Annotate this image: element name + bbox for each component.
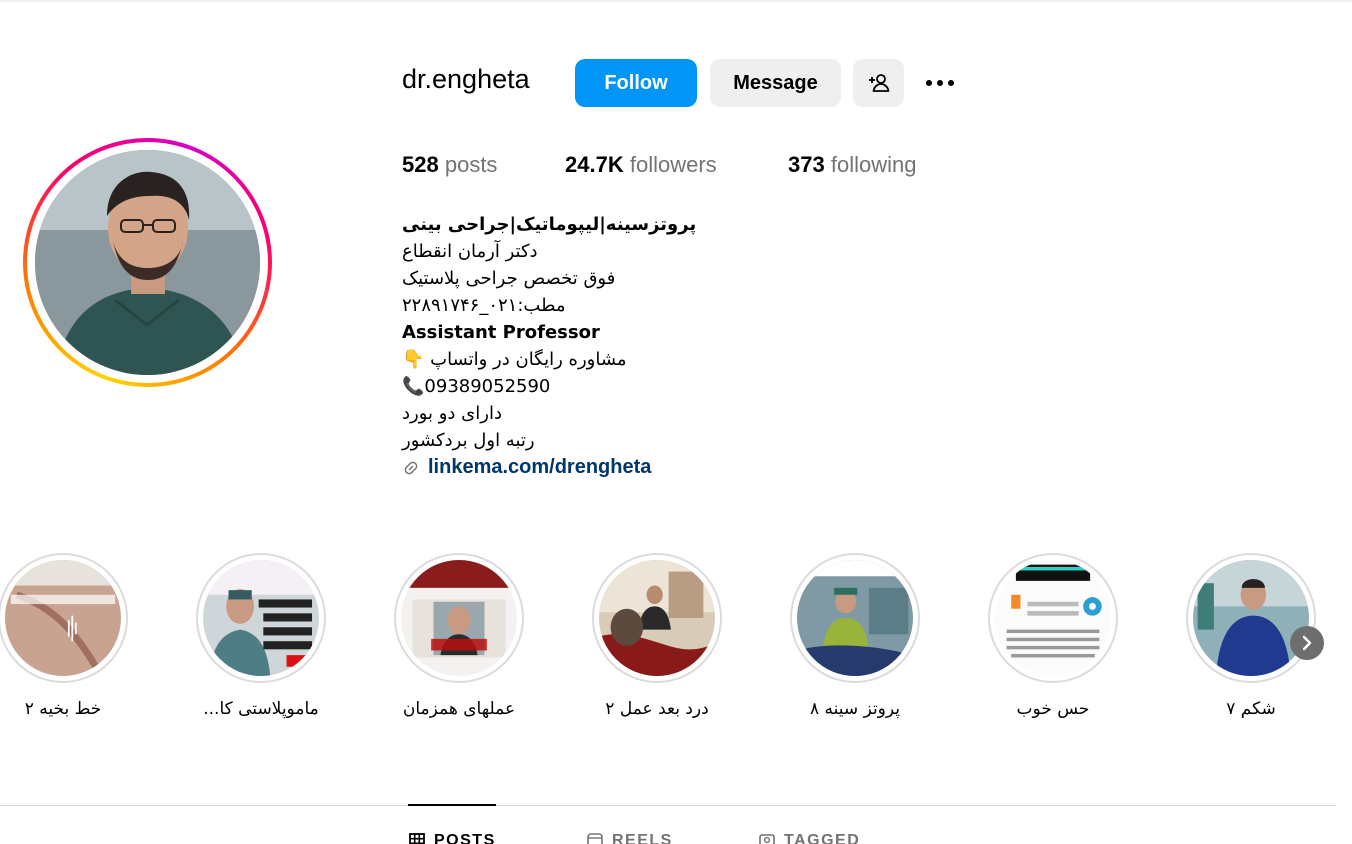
active-tab-indicator xyxy=(408,804,496,806)
more-options-icon[interactable] xyxy=(918,68,962,98)
bio-title: پروتزسینه|لیپوماتیک|جراحی بینی xyxy=(402,214,697,235)
link-icon xyxy=(404,461,418,474)
highlight-label: ماموپلاستی کا... xyxy=(203,699,319,719)
avatar-photo xyxy=(35,150,260,375)
add-user-icon xyxy=(868,74,889,92)
bio-line: Assistant Professor xyxy=(402,322,600,343)
chevron-right-icon xyxy=(1302,635,1312,651)
bio-line: مشاوره رایگان در واتساپ 👇 xyxy=(402,349,627,370)
highlight-label: پروتز سینه ۸ xyxy=(810,699,900,719)
highlight-cover xyxy=(203,560,319,676)
suggested-users-button[interactable] xyxy=(853,59,904,107)
profile-avatar-ring[interactable] xyxy=(23,138,272,387)
followers-link[interactable]: 24.7K followers xyxy=(565,152,717,178)
highlight-item[interactable]: درد بعد عمل ۲ xyxy=(592,553,722,719)
highlight-item[interactable]: حس خوب xyxy=(988,553,1118,719)
tab-reels[interactable]: REELS xyxy=(586,832,673,844)
highlight-label: عملهای همزمان xyxy=(402,699,516,719)
highlights-next-button[interactable] xyxy=(1290,626,1324,660)
bio-line: رتبه اول بردکشور xyxy=(402,430,535,451)
highlight-cover xyxy=(599,560,715,676)
follow-button[interactable]: Follow xyxy=(575,59,697,107)
grid-icon xyxy=(409,833,425,844)
highlight-cover xyxy=(401,560,517,676)
bio-link[interactable]: linkema.com/drengheta xyxy=(402,454,822,481)
highlight-label: خط بخیه ۲ xyxy=(24,699,102,719)
bio-line: فوق تخصص جراحی پلاستیک xyxy=(402,268,616,289)
highlight-item[interactable]: پروتز سینه ۸ xyxy=(790,553,920,719)
bio-phone: 📞09389052590 xyxy=(402,376,551,397)
highlight-item[interactable]: ماموپلاستی کا... xyxy=(196,553,326,719)
following-link[interactable]: 373 following xyxy=(788,152,916,178)
highlight-cover xyxy=(5,560,121,676)
highlight-label: درد بعد عمل ۲ xyxy=(605,699,709,719)
tab-tagged[interactable]: TAGGED xyxy=(758,832,860,844)
message-button[interactable]: Message xyxy=(710,59,841,107)
highlight-cover xyxy=(995,560,1111,676)
highlight-cover xyxy=(797,560,913,676)
highlight-item[interactable]: خط بخیه ۲ xyxy=(0,553,128,719)
profile-bio: پروتزسینه|لیپوماتیک|جراحی بینی دکتر آرما… xyxy=(402,211,822,481)
highlight-label: شکم ۷ xyxy=(1226,699,1276,719)
profile-avatar xyxy=(35,150,260,375)
bio-line: مطب:۰۲۱_۲۲۸۹۱۷۴۶ xyxy=(402,295,566,316)
highlight-cover xyxy=(1193,560,1309,676)
tagged-icon xyxy=(759,834,775,844)
bio-line: دکتر آرمان انقطاع xyxy=(402,241,538,262)
highlight-label: حس خوب xyxy=(1016,699,1090,719)
profile-username: dr.engheta xyxy=(402,64,530,94)
bio-line: دارای دو بورد xyxy=(402,403,502,424)
top-border xyxy=(0,0,1352,2)
tab-posts[interactable]: POSTS xyxy=(408,832,496,844)
posts-count: 528 posts xyxy=(402,152,498,177)
reels-icon xyxy=(587,833,603,844)
highlight-item[interactable]: شکم ۷ xyxy=(1186,553,1316,719)
highlight-item[interactable]: عملهای همزمان xyxy=(394,553,524,719)
tabs-divider xyxy=(0,805,1336,806)
